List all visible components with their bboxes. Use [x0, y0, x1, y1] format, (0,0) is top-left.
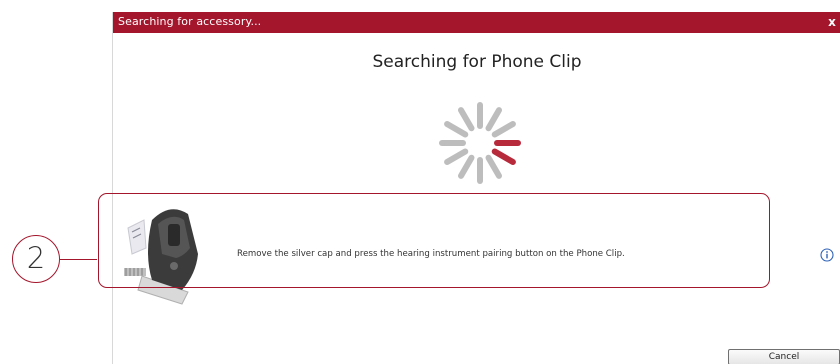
spinner-bar [458, 154, 475, 179]
accessory-search-dialog: Searching for accessory... x Searching f… [112, 12, 840, 364]
screenshot-stage: Searching for accessory... x Searching f… [0, 0, 840, 364]
spinner-bar [485, 107, 502, 132]
spinner-bar [444, 121, 469, 138]
loading-spinner-icon [439, 102, 521, 184]
cancel-button[interactable]: Cancel [728, 349, 840, 364]
callout-highlight-box [98, 193, 770, 288]
info-icon[interactable] [820, 248, 834, 262]
page-title: Searching for Phone Clip [372, 52, 582, 72]
title-bar: Searching for accessory... x [113, 12, 840, 33]
spinner-bar [491, 148, 516, 165]
close-button[interactable]: x [825, 14, 839, 30]
spinner-bar [444, 148, 469, 165]
callout-connector-line [60, 259, 97, 260]
spinner-bar [485, 154, 502, 179]
spinner-bar [458, 107, 475, 132]
callout-number-badge: 2 [12, 235, 60, 283]
spinner-bar [491, 121, 516, 138]
window-title: Searching for accessory... [118, 15, 262, 28]
